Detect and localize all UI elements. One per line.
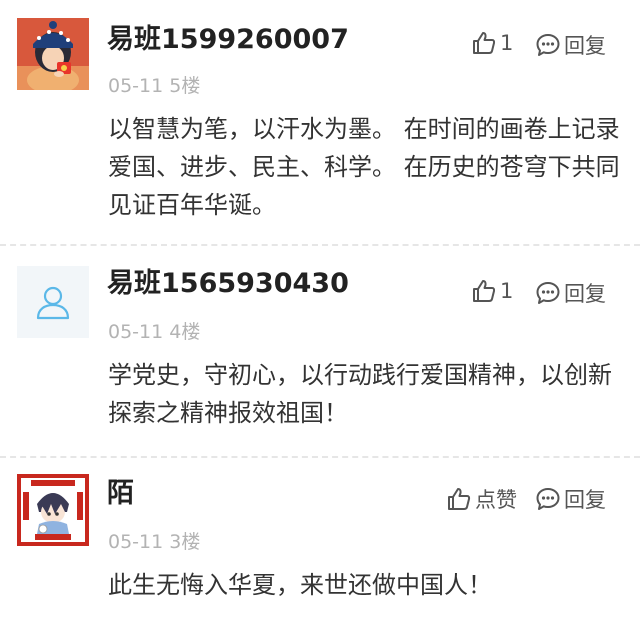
comment-floor: 3楼 [169, 531, 201, 553]
reply-button[interactable]: 回复 [535, 278, 606, 308]
comment-meta: 05-11 5楼 [108, 74, 200, 98]
comment-floor: 4楼 [169, 321, 201, 343]
comment-item: 易班1599260007 05-11 5楼 以智慧为笔，以汗水为墨。 在时间的画… [0, 0, 640, 240]
comment-item: 陌 05-11 3楼 此生无悔入华夏，来世还做中国人！ 点赞 回复 [0, 458, 640, 621]
thumbs-up-icon [473, 280, 496, 302]
chat-bubble-icon [536, 282, 560, 304]
anime-boy-avatar-icon [17, 474, 89, 546]
thumbs-up-icon [448, 488, 471, 510]
comment-date: 05-11 [108, 321, 164, 343]
comment-date: 05-11 [108, 531, 164, 553]
comment-text: 此生无悔入华夏，来世还做中国人！ [108, 571, 492, 599]
comment-date: 05-11 [108, 75, 164, 97]
username[interactable]: 易班1565930430 [107, 268, 349, 300]
like-button[interactable]: 1 [471, 30, 513, 56]
like-label: 点赞 [475, 488, 517, 512]
reply-button[interactable]: 回复 [535, 484, 606, 514]
comment-item: 易班1565930430 05-11 4楼 学党史，守初心，以行动践行爱国精神，… [0, 246, 640, 456]
user-avatar[interactable] [17, 266, 89, 338]
thumbs-up-icon [473, 32, 496, 54]
reply-button[interactable]: 回复 [535, 30, 606, 60]
girl-red-hat-avatar-icon [17, 18, 89, 90]
like-button[interactable]: 1 [471, 278, 513, 304]
comment-meta: 05-11 3楼 [108, 530, 200, 554]
reply-label: 回复 [564, 282, 606, 306]
like-count: 1 [500, 279, 514, 303]
like-count: 1 [500, 31, 514, 55]
user-avatar[interactable] [17, 18, 89, 90]
comment-text: 学党史，守初心，以行动践行爱国精神，以创新探索之精神报效祖国！ [108, 361, 612, 427]
comment-text: 以智慧为笔，以汗水为墨。 在时间的画卷上记录爱国、进步、民主、科学。 在历史的苍… [108, 115, 620, 219]
chat-bubble-icon [536, 34, 560, 56]
username[interactable]: 易班1599260007 [107, 24, 349, 56]
username[interactable]: 陌 [107, 478, 134, 510]
comment-meta: 05-11 4楼 [108, 320, 200, 344]
comment-floor: 5楼 [169, 75, 201, 97]
reply-label: 回复 [564, 488, 606, 512]
user-avatar[interactable] [17, 474, 89, 546]
chat-bubble-icon [536, 488, 560, 510]
reply-label: 回复 [564, 34, 606, 58]
default-user-avatar-icon [36, 286, 70, 320]
like-button[interactable]: 点赞 [446, 484, 517, 514]
